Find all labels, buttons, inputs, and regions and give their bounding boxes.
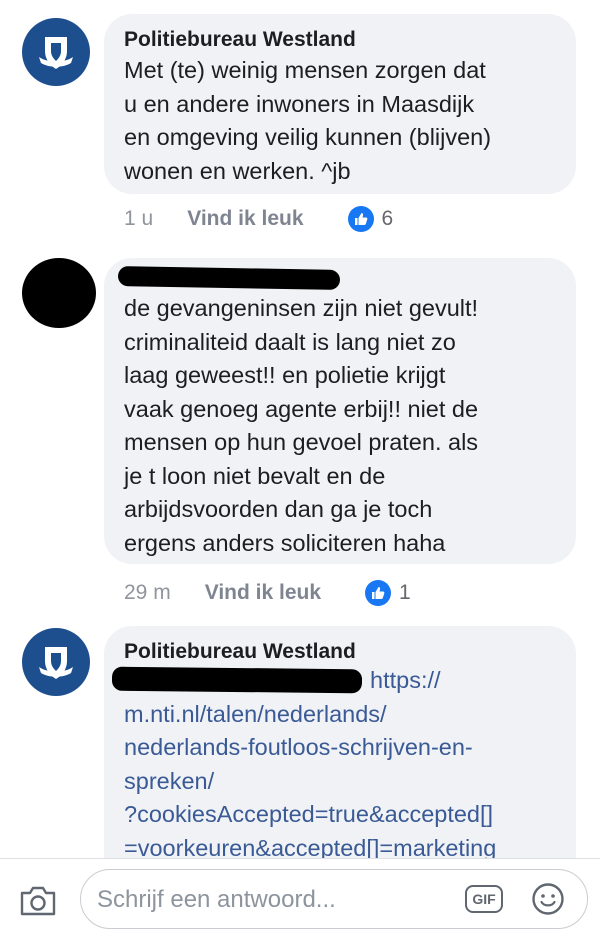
camera-icon[interactable] <box>18 883 58 919</box>
reply-input[interactable]: Schrijf een antwoord... GIF <box>80 869 588 929</box>
like-link[interactable]: Vind ik leuk <box>205 581 321 605</box>
reaction-summary[interactable]: 6 <box>347 206 394 232</box>
emoji-icon[interactable] <box>531 882 565 916</box>
avatar-politiebureau[interactable] <box>22 18 90 86</box>
comment-meta: 29 m Vind ik leuk 1 <box>124 580 411 606</box>
comment-meta: 1 u Vind ik leuk 6 <box>124 206 393 232</box>
comment-time[interactable]: 29 m <box>124 581 171 605</box>
comment-author[interactable]: Politiebureau Westland <box>124 640 356 664</box>
reaction-summary[interactable]: 1 <box>365 580 411 606</box>
gif-icon[interactable]: GIF <box>465 885 503 913</box>
redacted-avatar <box>22 258 96 328</box>
comment-author[interactable]: Politiebureau Westland <box>124 28 356 52</box>
avatar-politiebureau[interactable] <box>22 628 90 696</box>
comment-text: de gevangeninsen zijn niet gevult! crimi… <box>124 295 479 556</box>
comment-text: Met (te) weinig mensen zorgen dat u en a… <box>124 57 492 184</box>
comment-time[interactable]: 1 u <box>124 207 153 231</box>
reaction-count: 6 <box>381 207 394 230</box>
redacted-author-name <box>117 266 341 290</box>
like-thumb-icon <box>365 580 392 606</box>
like-thumb-icon <box>347 206 374 232</box>
comment-link[interactable]: https:// m.nti.nl/talen/nederlands/ nede… <box>124 664 496 865</box>
like-link[interactable]: Vind ik leuk <box>187 207 303 231</box>
reaction-count: 1 <box>399 581 411 604</box>
reply-composer: Schrijf een antwoord... GIF <box>0 858 600 945</box>
reply-placeholder: Schrijf een antwoord... <box>97 886 336 913</box>
police-logo-icon <box>39 647 73 679</box>
police-logo-icon <box>39 37 73 69</box>
